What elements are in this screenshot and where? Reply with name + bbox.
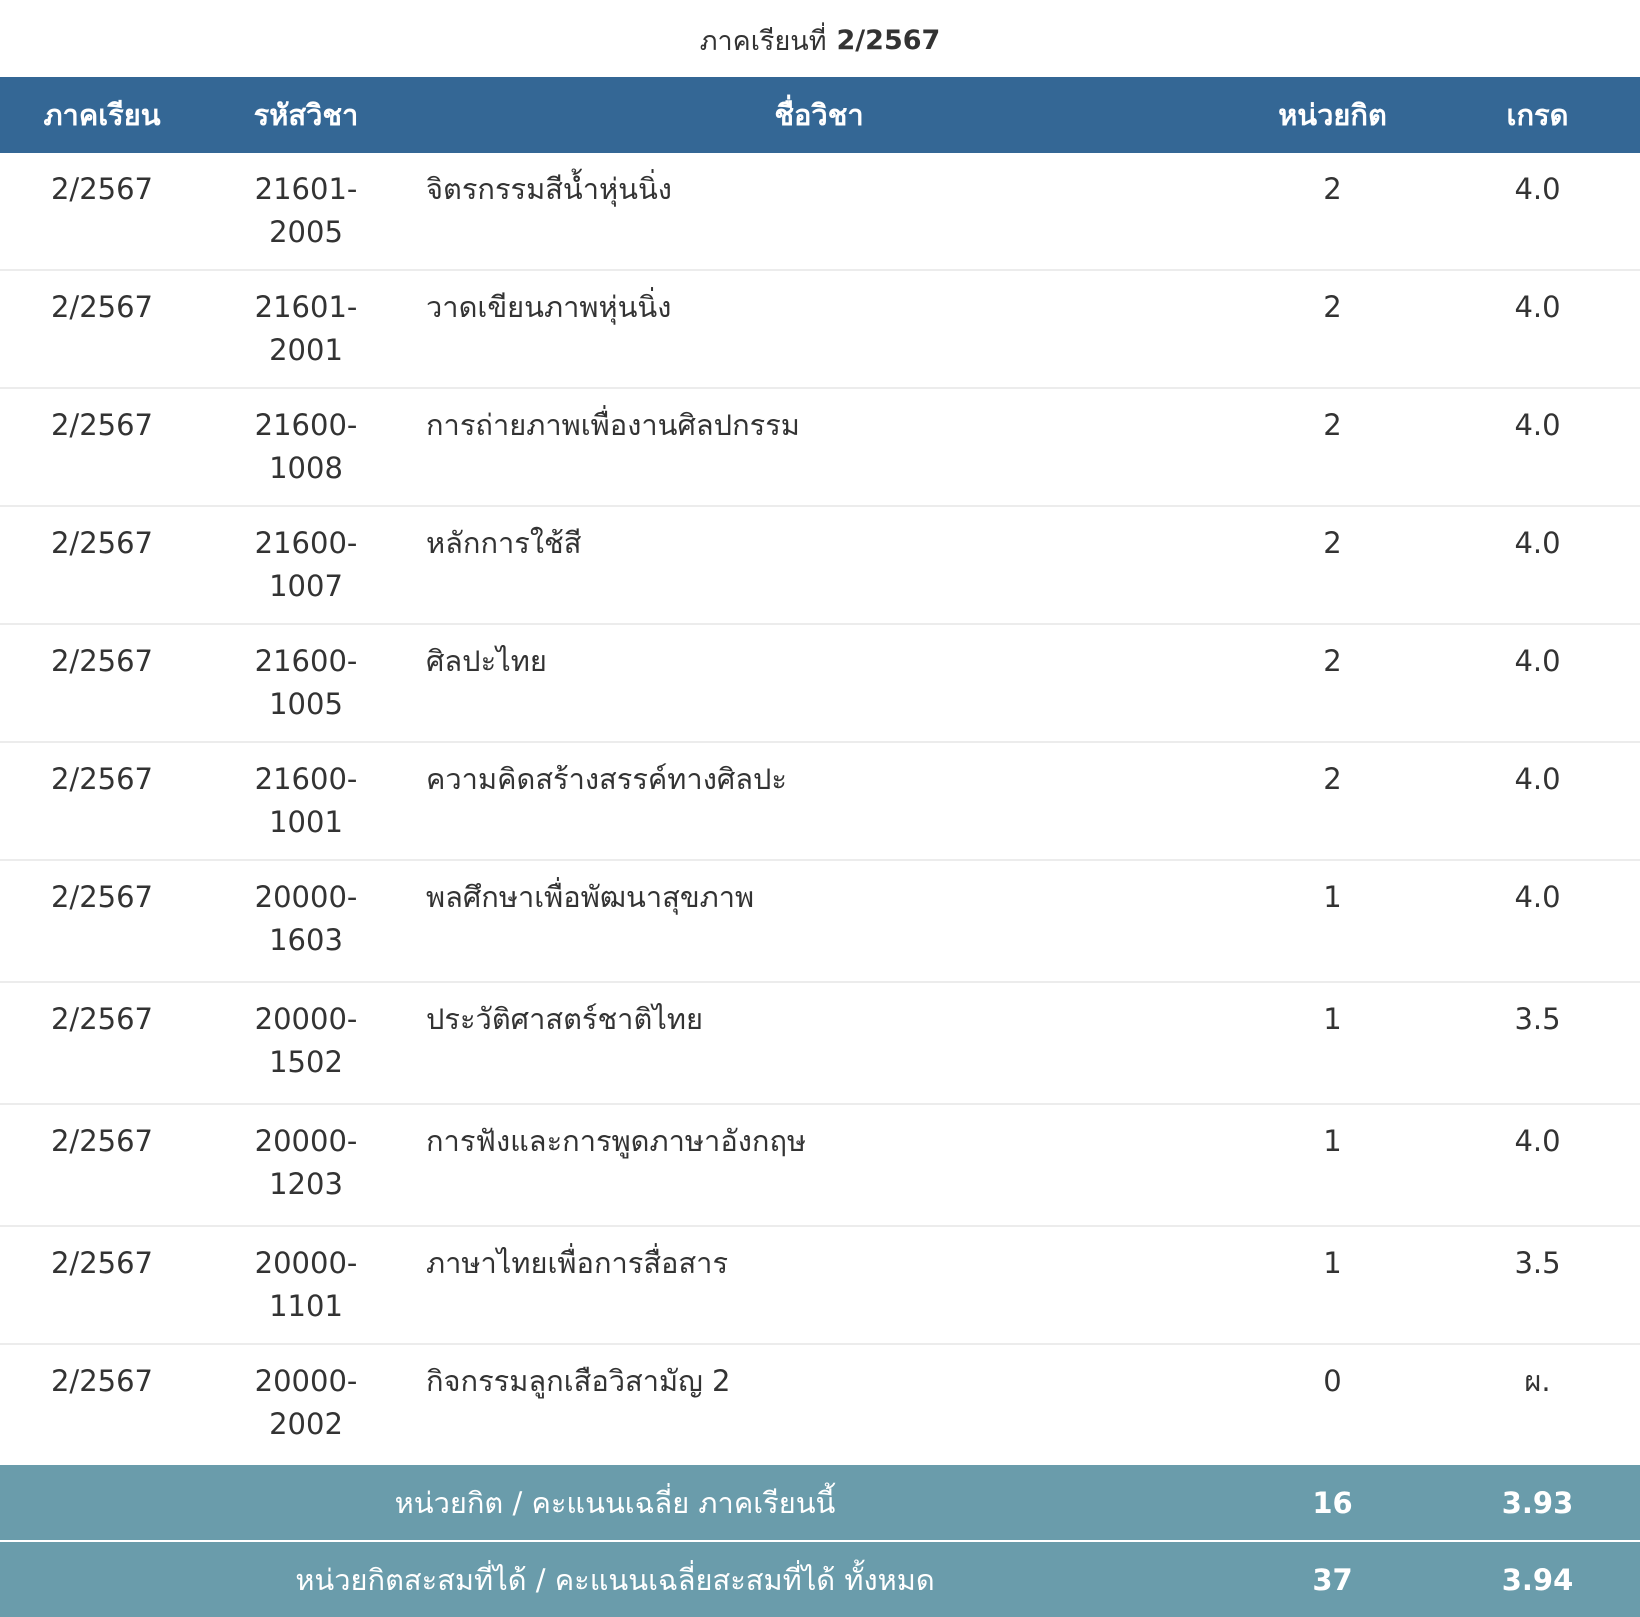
cell-code: 20000-1101 bbox=[254, 1246, 358, 1323]
cell-credit: 2 bbox=[1323, 762, 1342, 796]
caption-term: 2/2567 bbox=[836, 25, 941, 56]
cell-term: 2/2567 bbox=[50, 1002, 154, 1036]
cell-name: จิตรกรรมสีน้ำหุ่นนิ่ง bbox=[426, 172, 672, 206]
cell-name: กิจกรรมลูกเสือวิสามัญ 2 bbox=[426, 1364, 731, 1398]
summary-term-credits: 16 bbox=[1312, 1485, 1353, 1520]
cell-name: การฟังและการพูดภาษาอังกฤษ bbox=[426, 1124, 807, 1158]
cell-term: 2/2567 bbox=[50, 1246, 154, 1280]
cell-grade: ผ. bbox=[1524, 1364, 1551, 1398]
grades-table: ภาคเรียน รหัสวิชา ชื่อวิชา หน่วยกิต เกรด… bbox=[0, 77, 1640, 1617]
summary-total-credits: 37 bbox=[1312, 1562, 1353, 1597]
cell-grade: 4.0 bbox=[1514, 880, 1561, 914]
table-row: 2/2567 21600-1007 หลักการใช้สี 2 4.0 bbox=[0, 506, 1640, 624]
table-row: 2/2567 20000-1101 ภาษาไทยเพื่อการสื่อสาร… bbox=[0, 1226, 1640, 1344]
table-row: 2/2567 21600-1005 ศิลปะไทย 2 4.0 bbox=[0, 624, 1640, 742]
cell-grade: 4.0 bbox=[1514, 172, 1561, 206]
cell-code: 20000-1502 bbox=[254, 1002, 358, 1079]
summary-total-label: หน่วยกิตสะสมที่ได้ / คะแนนเฉลี่ยสะสมที่ไ… bbox=[295, 1562, 935, 1597]
cell-code: 21600-1008 bbox=[254, 408, 358, 485]
cell-term: 2/2567 bbox=[50, 526, 154, 560]
table-row: 2/2567 21601-2005 จิตรกรรมสีน้ำหุ่นนิ่ง … bbox=[0, 153, 1640, 270]
column-header-grade: เกรด bbox=[1506, 98, 1569, 132]
cell-name: การถ่ายภาพเพื่องานศิลปกรรม bbox=[426, 408, 800, 442]
cell-credit: 1 bbox=[1323, 1246, 1342, 1280]
cell-code: 21601-2005 bbox=[254, 172, 358, 249]
cell-term: 2/2567 bbox=[50, 644, 154, 678]
summary-row-term: หน่วยกิต / คะแนนเฉลี่ย ภาคเรียนนี้ 16 3.… bbox=[0, 1465, 1640, 1541]
cell-grade: 4.0 bbox=[1514, 1124, 1561, 1158]
cell-grade: 4.0 bbox=[1514, 762, 1561, 796]
table-header: ภาคเรียน รหัสวิชา ชื่อวิชา หน่วยกิต เกรด bbox=[0, 77, 1640, 153]
cell-name: ประวัติศาสตร์ชาติไทย bbox=[426, 1002, 703, 1036]
cell-credit: 1 bbox=[1323, 880, 1342, 914]
table-row: 2/2567 21600-1001 ความคิดสร้างสรรค์ทางศิ… bbox=[0, 742, 1640, 860]
table-row: 2/2567 21600-1008 การถ่ายภาพเพื่องานศิลป… bbox=[0, 388, 1640, 506]
cell-grade: 4.0 bbox=[1514, 644, 1561, 678]
cell-name: หลักการใช้สี bbox=[426, 526, 582, 560]
cell-code: 21600-1005 bbox=[254, 644, 358, 721]
cell-term: 2/2567 bbox=[50, 1364, 154, 1398]
caption-prefix: ภาคเรียนที่ bbox=[699, 26, 827, 57]
cell-credit: 2 bbox=[1323, 526, 1342, 560]
cell-credit: 1 bbox=[1323, 1124, 1342, 1158]
cell-term: 2/2567 bbox=[50, 880, 154, 914]
cell-term: 2/2567 bbox=[50, 1124, 154, 1158]
column-header-code: รหัสวิชา bbox=[253, 98, 359, 132]
cell-name: ภาษาไทยเพื่อการสื่อสาร bbox=[426, 1246, 729, 1280]
table-row: 2/2567 20000-2002 กิจกรรมลูกเสือวิสามัญ … bbox=[0, 1344, 1640, 1465]
cell-credit: 2 bbox=[1323, 408, 1342, 442]
cell-term: 2/2567 bbox=[50, 172, 154, 206]
summary-term-label: หน่วยกิต / คะแนนเฉลี่ย ภาคเรียนนี้ bbox=[394, 1485, 836, 1520]
cell-grade: 3.5 bbox=[1514, 1002, 1561, 1036]
table-row: 2/2567 20000-1603 พลศึกษาเพื่อพัฒนาสุขภา… bbox=[0, 860, 1640, 982]
cell-code: 20000-2002 bbox=[254, 1364, 358, 1441]
cell-credit: 2 bbox=[1323, 290, 1342, 324]
table-row: 2/2567 20000-1502 ประวัติศาสตร์ชาติไทย 1… bbox=[0, 982, 1640, 1104]
summary-row-total: หน่วยกิตสะสมที่ได้ / คะแนนเฉลี่ยสะสมที่ไ… bbox=[0, 1541, 1640, 1617]
table-row: 2/2567 21601-2001 วาดเขียนภาพหุ่นนิ่ง 2 … bbox=[0, 270, 1640, 388]
column-header-credit: หน่วยกิต bbox=[1278, 98, 1387, 132]
cell-grade: 4.0 bbox=[1514, 526, 1561, 560]
summary-term-gpa: 3.93 bbox=[1501, 1485, 1574, 1520]
cell-name: วาดเขียนภาพหุ่นนิ่ง bbox=[426, 290, 672, 324]
cell-code: 21600-1001 bbox=[254, 762, 358, 839]
cell-name: ความคิดสร้างสรรค์ทางศิลปะ bbox=[426, 762, 788, 796]
table-caption: ภาคเรียนที่ 2/2567 bbox=[0, 0, 1640, 77]
cell-term: 2/2567 bbox=[50, 762, 154, 796]
cell-code: 21600-1007 bbox=[254, 526, 358, 603]
cell-credit: 0 bbox=[1323, 1364, 1342, 1398]
column-header-name: ชื่อวิชา bbox=[774, 98, 864, 132]
cell-credit: 1 bbox=[1323, 1002, 1342, 1036]
cell-grade: 4.0 bbox=[1514, 290, 1561, 324]
cell-credit: 2 bbox=[1323, 644, 1342, 678]
cell-grade: 4.0 bbox=[1514, 408, 1561, 442]
cell-term: 2/2567 bbox=[50, 290, 154, 324]
cell-name: พลศึกษาเพื่อพัฒนาสุขภาพ bbox=[426, 880, 755, 914]
column-header-term: ภาคเรียน bbox=[43, 98, 161, 132]
cell-code: 20000-1203 bbox=[254, 1124, 358, 1201]
cell-code: 21601-2001 bbox=[254, 290, 358, 367]
summary-total-gpa: 3.94 bbox=[1501, 1562, 1574, 1597]
cell-name: ศิลปะไทย bbox=[426, 644, 547, 678]
cell-code: 20000-1603 bbox=[254, 880, 358, 957]
cell-grade: 3.5 bbox=[1514, 1246, 1561, 1280]
cell-term: 2/2567 bbox=[50, 408, 154, 442]
table-row: 2/2567 20000-1203 การฟังและการพูดภาษาอัง… bbox=[0, 1104, 1640, 1226]
cell-credit: 2 bbox=[1323, 172, 1342, 206]
